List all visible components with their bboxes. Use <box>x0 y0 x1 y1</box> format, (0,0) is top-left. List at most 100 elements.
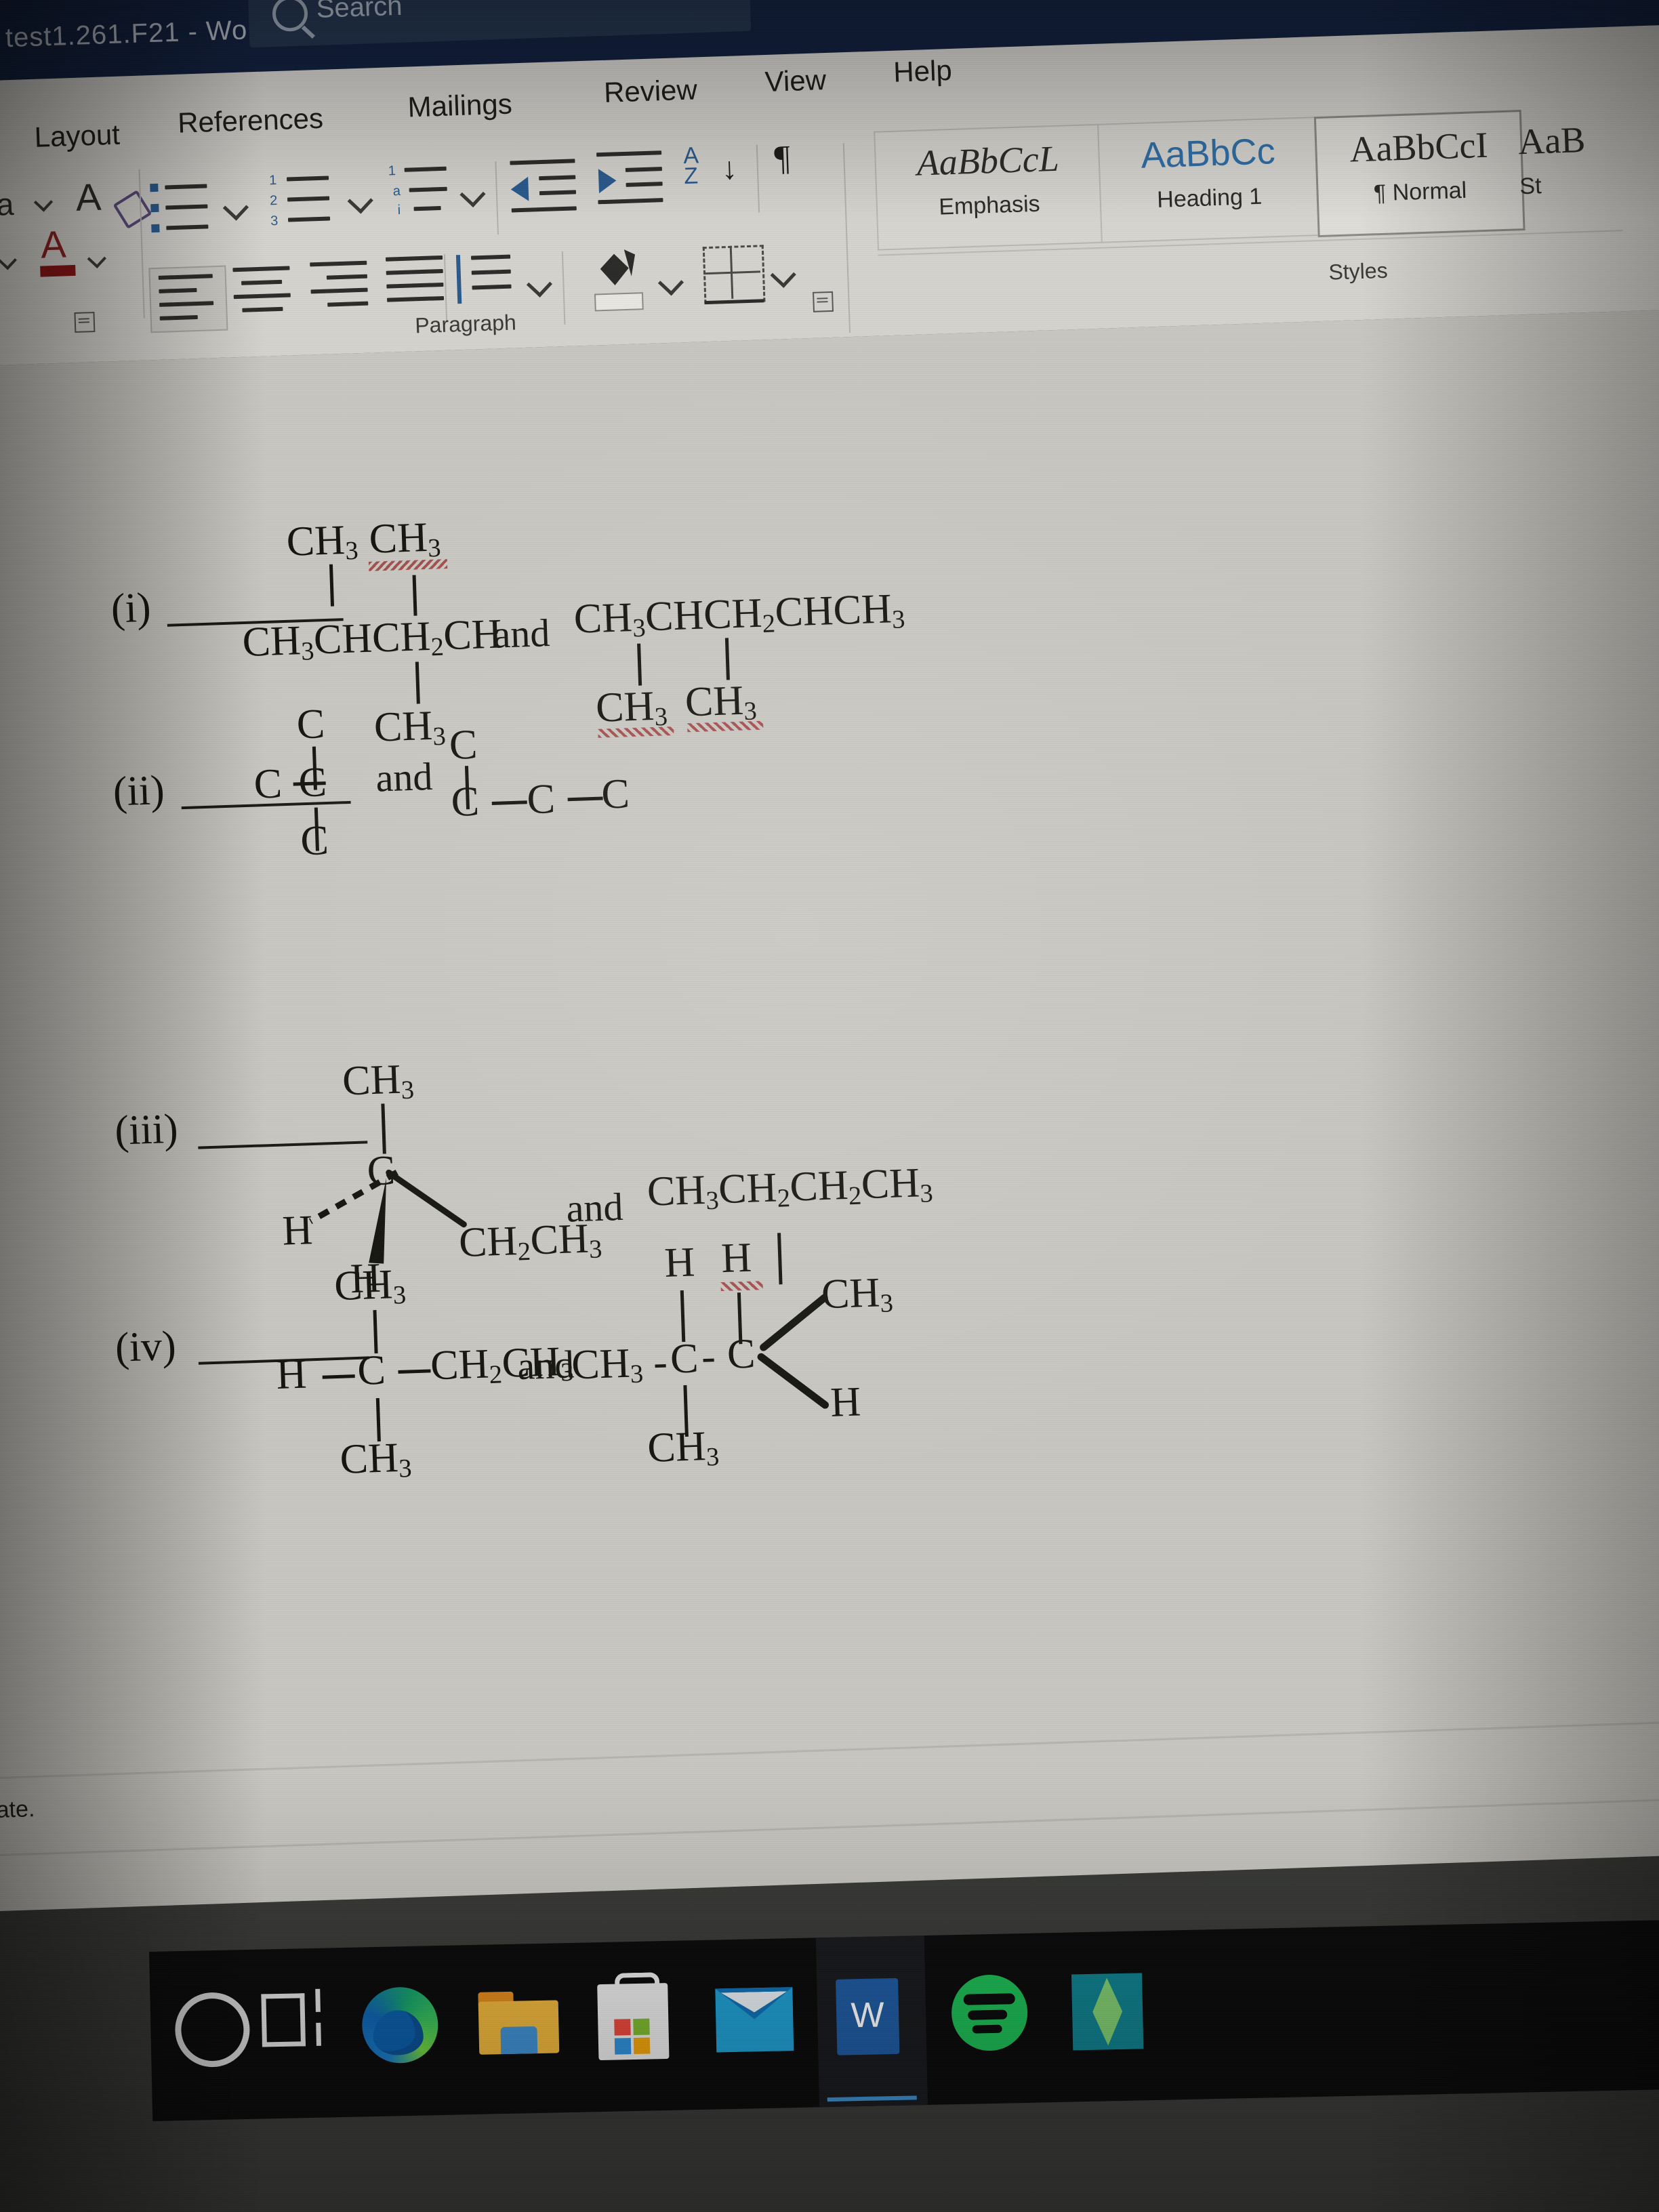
page-break-line-top <box>0 1719 1659 1780</box>
spell-error-underline-1 <box>368 558 448 571</box>
divider-inner-4 <box>561 251 566 325</box>
q2-right-carbon-b: C <box>526 775 556 823</box>
bullets-chevron-down-icon[interactable] <box>222 194 249 221</box>
style-heading-1[interactable]: AaBbCс Heading 1 <box>1097 117 1321 243</box>
word-icon[interactable]: W <box>836 1978 900 2055</box>
q4-right-hydrogen-2: H <box>720 1234 753 1282</box>
tab-help[interactable]: Help <box>893 54 953 89</box>
style-normal[interactable]: AaBbCcI ¶ Normal <box>1313 110 1525 238</box>
q4-right-stray-bond <box>777 1233 783 1285</box>
tab-view[interactable]: View <box>764 64 827 98</box>
file-explorer-icon[interactable] <box>478 1990 560 2055</box>
q3-connector: and <box>565 1184 624 1231</box>
sort-icon[interactable]: AZ <box>683 142 700 189</box>
spotify-icon[interactable] <box>950 1973 1029 2052</box>
align-left-icon[interactable] <box>148 265 228 333</box>
q4-left-bottom-group: CH3 <box>339 1435 413 1483</box>
clear-formatting-icon[interactable]: A <box>75 175 102 220</box>
q2-left-carbon-b: C <box>298 759 328 806</box>
edge-icon[interactable] <box>361 1986 439 2064</box>
q3-right-chain: CH3CH2CH2CH3 <box>646 1160 934 1216</box>
q1-right-main-chain: CH3CHCH2CHCH3 <box>573 586 906 643</box>
shading-chevron-down-icon[interactable] <box>657 270 684 296</box>
q3-left-top-group: CH3 <box>342 1056 415 1105</box>
font-dialog-launcher[interactable] <box>74 312 96 333</box>
eraser-icon <box>112 190 152 230</box>
q1-left-top-branch-1: CH3 <box>285 516 359 566</box>
q4-right-carbon-2: C <box>726 1330 756 1378</box>
multilevel-chevron-down-icon[interactable] <box>459 181 486 208</box>
q4-left-bond-h2 <box>398 1369 431 1374</box>
q4-right-bond-v1 <box>680 1290 686 1343</box>
sort-arrow-down-icon: ↓ <box>721 150 738 186</box>
q4-left-bond-h1 <box>322 1374 355 1379</box>
question-i-label: (i) <box>110 584 152 632</box>
numbering-chevron-down-icon[interactable] <box>347 188 373 214</box>
borders-chevron-down-icon[interactable] <box>770 262 796 288</box>
question-ii-label: (ii) <box>112 767 165 815</box>
q1-right-bond-2 <box>724 638 730 680</box>
page-break-line-bottom <box>0 1796 1659 1857</box>
font-group: Aa A A <box>0 175 152 333</box>
mail-icon[interactable] <box>715 1987 794 2053</box>
q1-left-bottom-branch: CH3 <box>373 702 447 752</box>
question-iii-answer-blank[interactable] <box>198 1141 368 1149</box>
q2-left-top-carbon: C <box>295 701 326 748</box>
monitor-photo: test1.261.F21 - Word Search ign Layout R… <box>0 0 1659 2212</box>
paragraph-group: 1 2 3 1 a i <box>148 158 553 338</box>
microsoft-store-icon[interactable] <box>597 1972 670 2061</box>
question-iii-label: (iii) <box>114 1105 179 1154</box>
q4-right-methyl-bottom: CH3 <box>647 1423 720 1472</box>
font-color-swatch <box>40 264 76 277</box>
q2-right-bond-h1 <box>491 800 527 805</box>
chevron-down-icon-4[interactable] <box>87 249 106 269</box>
divider-inner-2 <box>495 161 499 235</box>
q1-left-top-branch-2: CH3 <box>368 514 442 563</box>
divider-inner-3 <box>756 144 760 213</box>
paragraph-dialog-launcher[interactable] <box>813 291 834 312</box>
q1-right-branch-1: CH3 <box>595 682 668 732</box>
q1-left-bond-1 <box>329 564 335 607</box>
cortana-icon[interactable] <box>174 1991 251 2068</box>
font-color-icon[interactable]: A <box>40 222 66 266</box>
tab-layout[interactable]: Layout <box>34 119 121 154</box>
q2-right-bond-h2 <box>567 796 603 802</box>
sims-icon[interactable] <box>1071 1973 1144 2051</box>
q2-connector: and <box>375 754 434 800</box>
line-spacing-chevron-down-icon[interactable] <box>526 271 553 298</box>
q4-right-methyl-up: CH3 <box>820 1269 894 1318</box>
style-strong[interactable]: AaB St <box>1517 104 1659 227</box>
q2-right-top-carbon: C <box>448 721 478 769</box>
q1-right-branch-2: CH3 <box>684 677 758 726</box>
q4-left-center-carbon: C <box>356 1347 386 1395</box>
change-case-icon[interactable]: Aa <box>0 186 14 224</box>
spell-error-underline-3 <box>687 720 764 733</box>
task-view-icon[interactable] <box>258 1987 334 2063</box>
q4-right-hydrogen-1: H <box>663 1239 696 1286</box>
q4-right-hydrogen-down: H <box>830 1378 862 1426</box>
search-placeholder: Search <box>316 0 403 24</box>
tab-review[interactable]: Review <box>603 73 697 109</box>
chevron-down-icon-2[interactable] <box>33 192 54 212</box>
q1-connector: and <box>492 611 551 657</box>
document-page[interactable]: (i) CH3 CH3 CH3CHCH2CH CH3 and CH3CHCH2C… <box>0 308 1659 1912</box>
chevron-down-icon-3[interactable] <box>0 251 17 270</box>
styles-group-label: Styles <box>1328 258 1389 285</box>
style-emphasis[interactable]: AaBbCcL Emphasis <box>874 123 1104 251</box>
window-title: test1.261.F21 - Word <box>5 14 274 54</box>
q4-right-dash: - <box>700 1333 716 1380</box>
q4-right-carbon-1: C <box>669 1335 699 1382</box>
q2-left-carbon-a: C <box>253 760 283 808</box>
q2-left-bottom-carbon: C <box>300 817 329 865</box>
footer-text-fragment: ate. <box>0 1796 35 1824</box>
tab-references[interactable]: References <box>177 102 323 140</box>
q4-left-top-group: CH3 <box>333 1261 407 1310</box>
group-divider-2 <box>842 143 851 333</box>
spell-error-underline-2 <box>598 726 674 738</box>
taskbar: W <box>149 1919 1659 2121</box>
paragraph-group-label: Paragraph <box>414 310 517 338</box>
q1-left-main-chain: CH3CHCH2CH <box>241 611 503 666</box>
show-formatting-marks-icon[interactable]: ¶ <box>773 138 791 179</box>
q4-left-hydrogen: H <box>275 1351 308 1398</box>
tab-mailings[interactable]: Mailings <box>407 87 513 123</box>
